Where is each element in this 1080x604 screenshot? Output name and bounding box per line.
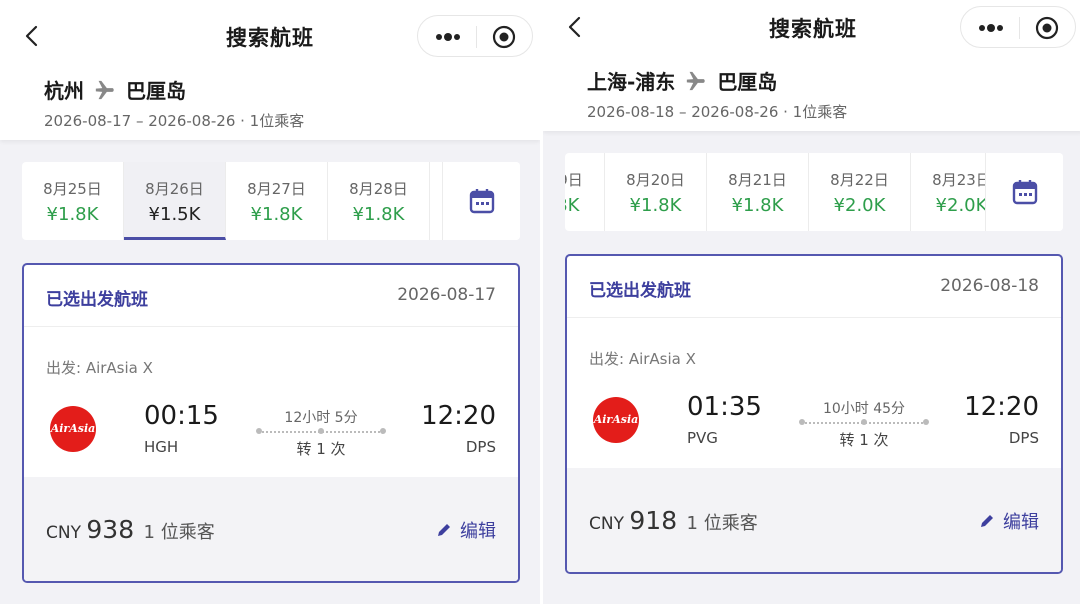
flight-duration: 10小时 45分 (822, 401, 906, 417)
card-date: 2026-08-17 (397, 285, 496, 305)
card-footer: CNY 918 1 位乘客 编辑 (567, 468, 1061, 572)
plane-icon (95, 80, 114, 99)
price: CNY 918 1 位乘客 (589, 506, 758, 535)
price: CNY 938 1 位乘客 (46, 515, 215, 544)
stop-count: 转 1 次 (839, 431, 889, 449)
departure-airport: HGH (144, 438, 179, 456)
card-title: 已选出发航班 (46, 290, 148, 310)
date-price: ¥1.8K (731, 195, 784, 216)
arrival-time: 12:20 (421, 401, 496, 431)
route-dot (380, 428, 386, 434)
date-option[interactable]: 8月20日 ¥1.8K (605, 153, 707, 231)
more-icon[interactable] (975, 17, 1007, 39)
route-dot (923, 419, 929, 425)
date-price: ¥1.8K (565, 195, 580, 216)
calendar-button[interactable] (986, 153, 1063, 231)
airasia-logo: AirAsia (50, 406, 96, 452)
pencil-icon (981, 515, 993, 527)
stop-count: 转 1 次 (296, 440, 346, 458)
date-label: 8月27日 (247, 180, 306, 198)
arrival-airport: DPS (1008, 429, 1039, 447)
date-price: ¥1.8K (250, 204, 303, 225)
date-selector: 8月25日 ¥1.8K 8月26日 ¥1.5K 8月27日 ¥1.8K 8月28… (22, 162, 520, 240)
header: 搜索航班 上海-浦东 巴厘岛 2026-08-18 – 2026-08-26 ·… (543, 0, 1080, 131)
depart-airline: 出发: AirAsia X (46, 359, 153, 377)
edit-label: 编辑 (1003, 512, 1039, 533)
trip-dates: 2026-08-18 – 2026-08-26 · 1位乘客 (587, 103, 848, 121)
date-price: ¥1.8K (46, 204, 99, 225)
trip-dates: 2026-08-17 – 2026-08-26 · 1位乘客 (44, 112, 305, 130)
currency: CNY (46, 523, 81, 543)
date-option[interactable]: 8月19日 ¥1.8K (565, 153, 605, 231)
price-amount: 918 (629, 506, 678, 535)
mini-program-capsule (960, 6, 1076, 48)
card-footer: CNY 938 1 位乘客 编辑 (24, 477, 518, 581)
left-screen: 搜索航班 杭州 巴厘岛 2026-08-17 – 2026-08-26 · 1位… (0, 0, 540, 604)
date-selector: 8月19日 ¥1.8K 8月20日 ¥1.8K 8月21日 ¥1.8K 8月22… (565, 153, 1063, 231)
selected-flight-card[interactable]: 已选出发航班 2026-08-17 出发: AirAsia X AirAsia … (22, 263, 520, 583)
selected-flight-card[interactable]: 已选出发航班 2026-08-18 出发: AirAsia X AirAsia … (565, 254, 1063, 574)
arrival-time: 12:20 (964, 392, 1039, 422)
depart-airline: 出发: AirAsia X (589, 350, 696, 368)
calendar-icon (469, 189, 495, 214)
edit-button[interactable]: 编辑 (436, 517, 496, 543)
date-price: ¥2.0K (833, 195, 886, 216)
route-dot (256, 428, 262, 434)
departure-airport: PVG (687, 429, 718, 447)
date-label: 8月25日 (43, 180, 102, 198)
right-screen: 搜索航班 上海-浦东 巴厘岛 2026-08-18 – 2026-08-26 ·… (543, 0, 1080, 604)
date-option[interactable]: 8月25日 ¥1.8K (22, 162, 124, 240)
date-label: 8月28日 (349, 180, 408, 198)
airasia-logo: AirAsia (593, 397, 639, 443)
close-miniprogram-icon[interactable] (1035, 16, 1059, 40)
more-icon[interactable] (432, 26, 464, 48)
departure-time: 00:15 (144, 401, 219, 431)
plane-icon (687, 71, 706, 90)
passenger-count: 1 位乘客 (143, 522, 215, 543)
price-amount: 938 (86, 515, 135, 544)
header: 搜索航班 杭州 巴厘岛 2026-08-17 – 2026-08-26 · 1位… (0, 0, 540, 140)
currency: CNY (589, 514, 624, 534)
date-label: 8月21日 (728, 171, 787, 189)
pencil-icon (438, 524, 450, 536)
card-title: 已选出发航班 (589, 281, 691, 301)
date-option[interactable]: 8月27日 ¥1.8K (226, 162, 328, 240)
date-price: ¥1.5K (148, 204, 201, 225)
close-miniprogram-icon[interactable] (492, 25, 516, 49)
calendar-button[interactable] (443, 162, 520, 240)
date-label: 8月26日 (145, 180, 204, 198)
date-option-selected[interactable]: 8月26日 ¥1.5K (124, 162, 226, 240)
flight-duration: 12小时 5分 (284, 410, 358, 426)
date-option[interactable]: 8月28日 ¥1.8K (328, 162, 430, 240)
route-origin: 杭州 (44, 79, 84, 103)
route: 杭州 巴厘岛 (44, 75, 186, 104)
edit-label: 编辑 (460, 521, 496, 542)
route-dot (861, 419, 867, 425)
date-price: ¥1.8K (629, 195, 682, 216)
route-dot (318, 428, 324, 434)
route: 上海-浦东 巴厘岛 (587, 66, 777, 95)
date-label: 8月22日 (830, 171, 889, 189)
date-label: 8月20日 (626, 171, 685, 189)
route-destination: 巴厘岛 (717, 70, 778, 94)
calendar-icon (1012, 180, 1038, 205)
departure-time: 01:35 (687, 392, 762, 422)
date-option[interactable]: 8月22日 ¥2.0K (809, 153, 911, 231)
edit-button[interactable]: 编辑 (979, 508, 1039, 534)
card-header: 已选出发航班 2026-08-18 (567, 256, 1061, 318)
route-dot (799, 419, 805, 425)
card-header: 已选出发航班 2026-08-17 (24, 265, 518, 327)
arrival-airport: DPS (465, 438, 496, 456)
card-date: 2026-08-18 (940, 276, 1039, 296)
route-origin: 上海-浦东 (587, 70, 676, 94)
date-label: 8月19日 (565, 171, 583, 189)
passenger-count: 1 位乘客 (686, 513, 758, 534)
mini-program-capsule (417, 15, 533, 57)
date-price: ¥1.8K (352, 204, 405, 225)
date-option[interactable]: 8月21日 ¥1.8K (707, 153, 809, 231)
route-destination: 巴厘岛 (126, 79, 186, 103)
